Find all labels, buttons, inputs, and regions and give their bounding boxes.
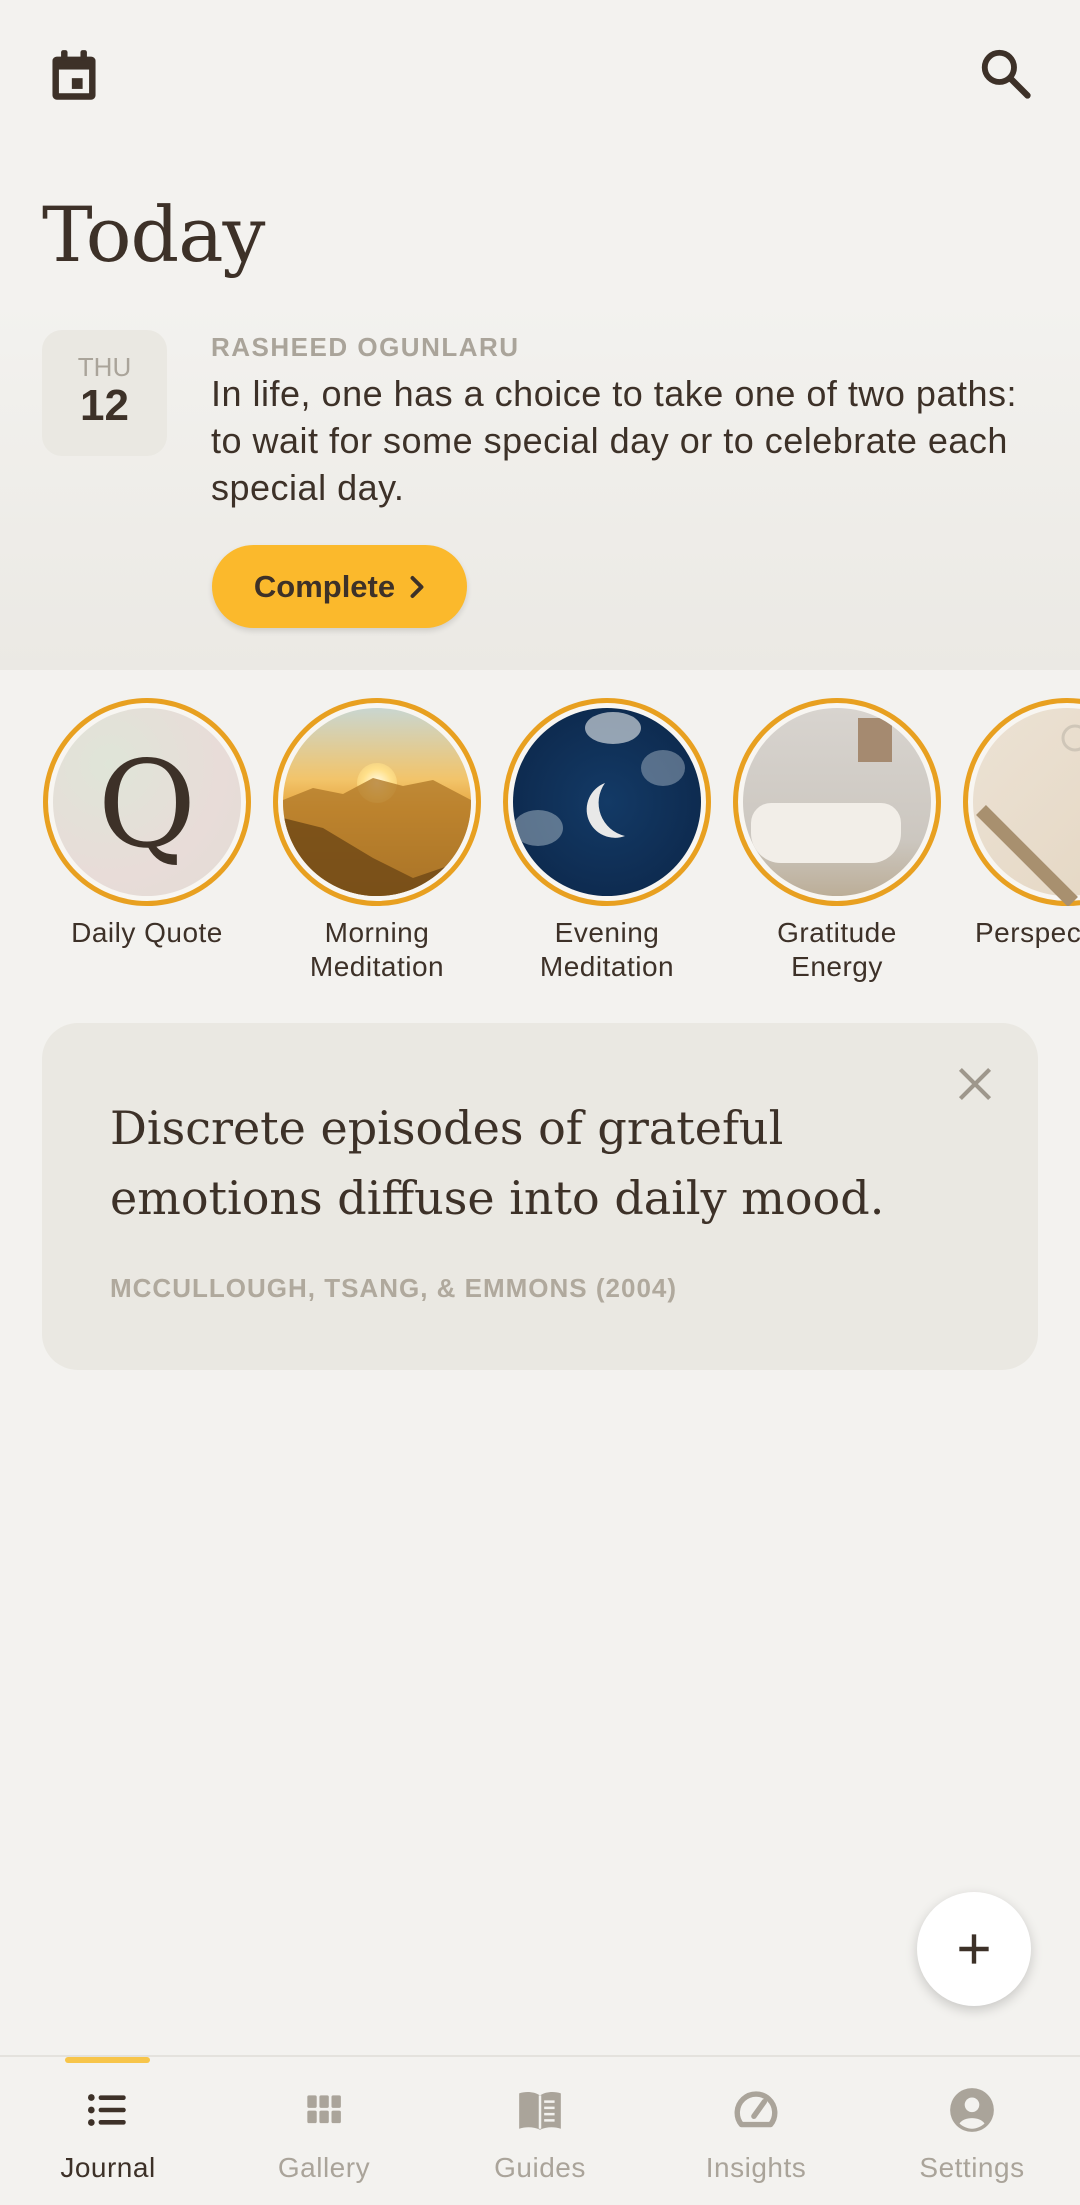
perspective-image [963,698,1080,906]
chevron-right-icon [409,575,425,599]
page-title: Today [42,190,264,279]
close-icon[interactable] [950,1059,1000,1109]
grid-icon [299,2085,349,2135]
plus-icon [952,1927,996,1971]
living-room-image [743,708,931,896]
search-icon[interactable] [978,46,1032,100]
story-label: Morning Meditation [273,916,481,984]
list-icon [83,2085,133,2135]
nav-guides[interactable]: Guides [432,2057,648,2205]
header-region [0,0,1080,670]
complete-label: Complete [254,569,395,605]
nav-label: Gallery [216,2152,432,2184]
story-gratitude-energy[interactable]: Gratitude Energy [733,698,941,984]
nav-label: Journal [0,2152,216,2184]
story-label: Daily Quote [43,916,251,950]
story-morning-meditation[interactable]: Morning Meditation [273,698,481,984]
nav-gallery[interactable]: Gallery [216,2057,432,2205]
quote-author: RASHEED OGUNLARU [211,332,520,363]
story-label: Perspec [963,916,1080,950]
story-label: Evening Meditation [503,916,711,984]
insight-citation: MCCULLOUGH, TSANG, & EMMONS (2004) [110,1273,677,1304]
date-badge: THU 12 [42,330,167,456]
add-entry-button[interactable] [917,1892,1031,2006]
book-icon [515,2085,565,2135]
nav-label: Insights [648,2152,864,2184]
story-daily-quote[interactable]: Q Daily Quote [43,698,251,950]
insight-text: Discrete episodes of grateful emotions d… [110,1093,930,1233]
insight-card: Discrete episodes of grateful emotions d… [42,1023,1038,1370]
story-label: Gratitude Energy [733,916,941,984]
nav-label: Guides [432,2152,648,2184]
moon-image [513,708,701,896]
bottom-nav: Journal Gallery Guides Insights Settings [0,2055,1080,2203]
account-icon [947,2085,997,2135]
nav-label: Settings [864,2152,1080,2184]
nav-insights[interactable]: Insights [648,2057,864,2205]
story-perspective[interactable]: Perspec [963,698,1080,950]
nav-settings[interactable]: Settings [864,2057,1080,2205]
nav-journal[interactable]: Journal [0,2057,216,2205]
gauge-icon [731,2085,781,2135]
quote-text: In life, one has a choice to take one of… [211,370,1041,511]
sunrise-image [283,708,471,896]
calendar-icon[interactable] [48,48,100,104]
complete-button[interactable]: Complete [212,545,467,628]
day-of-week: THU [42,352,167,383]
quote-glyph: Q [53,736,241,875]
day-number: 12 [42,383,167,429]
story-evening-meditation[interactable]: Evening Meditation [503,698,711,984]
